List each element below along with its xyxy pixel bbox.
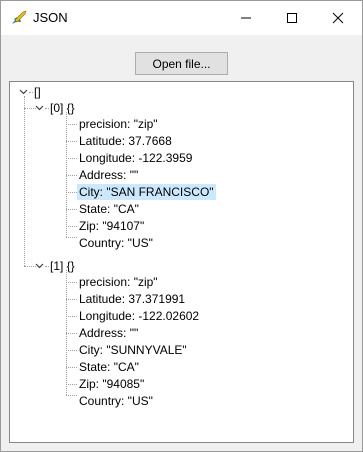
tree-connector [66,237,77,238]
tree-connector [24,96,25,266]
close-button[interactable] [315,1,361,35]
tree-connector [66,395,77,396]
tree-connector [66,226,77,227]
minimize-button[interactable] [223,1,269,35]
json-tree-view[interactable]: [] [0] {} precision: "zip" Latitude: 37.… [9,81,354,443]
maximize-icon [287,13,297,23]
tree-connector [66,299,77,300]
close-icon [332,12,344,24]
tree-field[interactable]: Country: "US" [77,235,155,251]
chevron-down-icon[interactable] [35,103,44,112]
tree-field[interactable]: Country: "US" [77,393,155,409]
json-window: JSON Open file... [] [0] {} precision: "… [0,0,363,452]
rocket-app-icon [12,10,27,24]
tree-connector [66,367,77,368]
title-bar[interactable]: JSON [1,1,362,35]
tree-field[interactable]: precision: "zip" [77,116,160,132]
tree-connector [66,192,77,193]
tree-field[interactable]: Address: "" [77,167,140,183]
tree-field[interactable]: Longitude: -122.02602 [77,308,201,324]
tree-item-1[interactable]: [1] {} [48,258,77,274]
tree-field[interactable]: Zip: "94107" [77,218,146,234]
tree-connector [66,350,77,351]
tree-connector [66,316,77,317]
tree-connector [66,209,77,210]
window-title: JSON [33,10,68,25]
tree-field[interactable]: Latitude: 37.371991 [77,291,187,307]
tree-connector [66,282,77,283]
tree-connector [66,141,77,142]
tree-field[interactable]: Address: "" [77,325,140,341]
chevron-down-icon[interactable] [19,87,28,96]
tree-field[interactable]: City: "SUNNYVALE" [77,342,189,358]
tree-connector [66,384,77,385]
tree-field[interactable]: State: "CA" [77,201,141,217]
open-file-button[interactable]: Open file... [135,52,228,75]
minimize-icon [241,17,251,19]
tree-connector [66,158,77,159]
maximize-button[interactable] [269,1,315,35]
tree-field[interactable]: Longitude: -122.3959 [77,150,194,166]
tree-item-0[interactable]: [0] {} [48,100,77,116]
tree-field[interactable]: Zip: "94085" [77,376,146,392]
tree-connector [66,175,77,176]
tree-field-selected[interactable]: City: "SAN FRANCISCO" [77,184,216,200]
chevron-down-icon[interactable] [35,261,44,270]
tree-root[interactable]: [] [32,84,43,100]
tree-field[interactable]: precision: "zip" [77,274,160,290]
tree-field[interactable]: Latitude: 37.7668 [77,133,174,149]
tree-connector [66,124,77,125]
tree-connector [66,333,77,334]
tree-field[interactable]: State: "CA" [77,359,141,375]
